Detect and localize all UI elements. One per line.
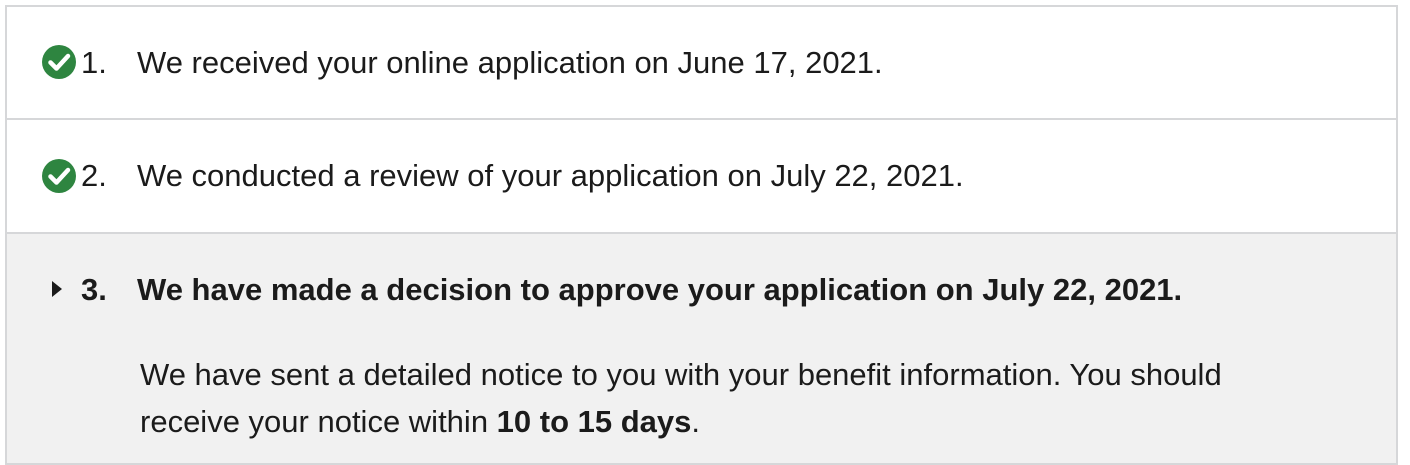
status-step-1: 1. We received your online application o… — [7, 7, 1396, 120]
detail-end: . — [691, 404, 701, 439]
step-text: We received your online application on J… — [137, 45, 883, 80]
step-text: We conducted a review of your applicatio… — [137, 158, 964, 193]
caret-right-glyph — [52, 281, 62, 297]
step-text: We have made a decision to approve your … — [137, 272, 1183, 307]
status-step-3-current: 3. We have made a decision to approve yo… — [7, 234, 1396, 463]
detail-highlight: 10 to 15 days — [496, 404, 692, 439]
caret-right-icon[interactable] — [50, 279, 64, 299]
step-number: 3. — [81, 272, 107, 307]
step-detail: We have sent a detailed notice to you wi… — [140, 351, 1320, 445]
status-step-2: 2. We conducted a review of your applica… — [7, 120, 1396, 234]
step-number: 2. — [81, 158, 107, 193]
application-status-steps: 1. We received your online application o… — [5, 5, 1398, 465]
check-circle-icon — [42, 159, 76, 193]
check-circle-icon — [42, 45, 76, 79]
step-number: 1. — [81, 45, 107, 80]
